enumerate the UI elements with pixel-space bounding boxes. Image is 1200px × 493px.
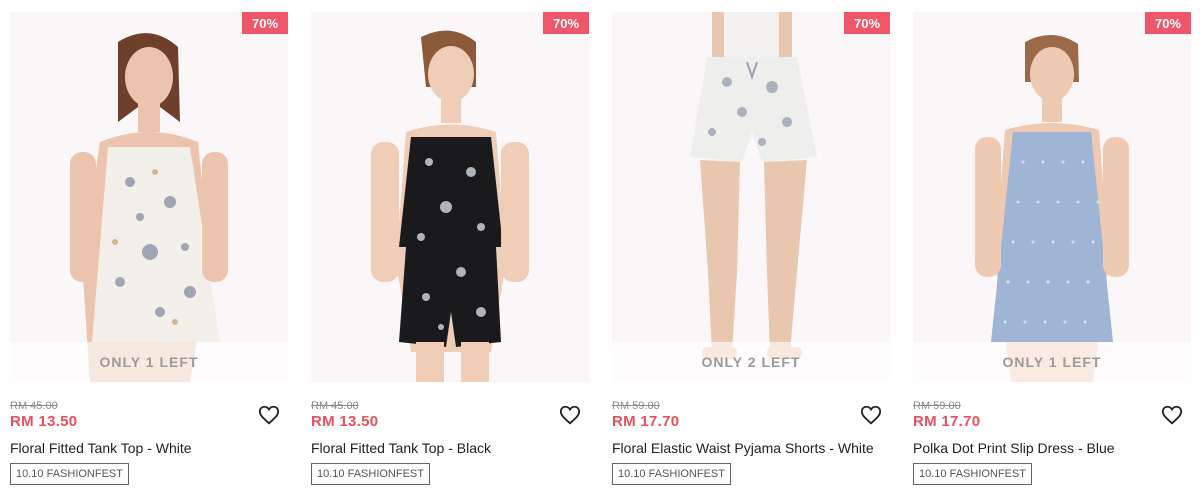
product-name[interactable]: Floral Fitted Tank Top - Black (311, 440, 491, 456)
discount-badge: 70% (543, 12, 589, 34)
product-card[interactable]: 70% ONLY 1 LEFT RM 59.00 RM 17.70 Polka … (913, 12, 1191, 487)
original-price: RM 45.00 (10, 400, 58, 412)
product-info: RM 59.00 RM 17.70 Polka Dot Print Slip D… (913, 382, 1191, 487)
heart-outline-icon[interactable] (258, 404, 280, 426)
heart-outline-icon[interactable] (860, 404, 882, 426)
product-photo (10, 12, 288, 382)
product-name[interactable]: Polka Dot Print Slip Dress - Blue (913, 440, 1115, 456)
product-info: RM 45.00 RM 13.50 Floral Fitted Tank Top… (311, 382, 589, 487)
heart-outline-icon[interactable] (559, 404, 581, 426)
product-image[interactable]: 70% ONLY 1 LEFT (10, 12, 288, 382)
promo-tag[interactable]: 10.10 FASHIONFEST (913, 463, 1032, 485)
promo-tag[interactable]: 10.10 FASHIONFEST (10, 463, 129, 485)
product-image[interactable]: 70% ONLY 1 LEFT (913, 12, 1191, 382)
product-name[interactable]: Floral Fitted Tank Top - White (10, 440, 192, 456)
original-price: RM 59.00 (612, 400, 660, 412)
original-price: RM 59.00 (913, 400, 961, 412)
product-photo (913, 12, 1191, 382)
discount-badge: 70% (844, 12, 890, 34)
product-info: RM 59.00 RM 17.70 Floral Elastic Waist P… (612, 382, 890, 487)
discount-badge: 70% (242, 12, 288, 34)
product-grid: 70% ONLY 1 LEFT RM 45.00 RM 13.50 Floral… (0, 0, 1200, 493)
sale-price: RM 17.70 (612, 413, 680, 430)
product-name[interactable]: Floral Elastic Waist Pyjama Shorts - Whi… (612, 440, 874, 456)
product-photo (612, 12, 890, 382)
sale-price: RM 13.50 (10, 413, 78, 430)
product-card[interactable]: 70% ONLY 1 LEFT RM 45.00 RM 13.50 Floral… (10, 12, 288, 487)
product-photo (311, 12, 589, 382)
sale-price: RM 17.70 (913, 413, 981, 430)
product-image[interactable]: 70% (311, 12, 589, 382)
heart-outline-icon[interactable] (1161, 404, 1183, 426)
product-card[interactable]: 70% ONLY 2 LEFT RM 59.00 RM 17.70 Floral… (612, 12, 890, 487)
product-image[interactable]: 70% ONLY 2 LEFT (612, 12, 890, 382)
promo-tag[interactable]: 10.10 FASHIONFEST (311, 463, 430, 485)
stock-status: ONLY 1 LEFT (10, 342, 288, 382)
product-info: RM 45.00 RM 13.50 Floral Fitted Tank Top… (10, 382, 288, 487)
promo-tag[interactable]: 10.10 FASHIONFEST (612, 463, 731, 485)
product-card[interactable]: 70% RM 45.00 RM 13.50 Floral Fitted Tank… (311, 12, 589, 487)
sale-price: RM 13.50 (311, 413, 379, 430)
discount-badge: 70% (1145, 12, 1191, 34)
stock-status: ONLY 1 LEFT (913, 342, 1191, 382)
stock-status: ONLY 2 LEFT (612, 342, 890, 382)
original-price: RM 45.00 (311, 400, 359, 412)
